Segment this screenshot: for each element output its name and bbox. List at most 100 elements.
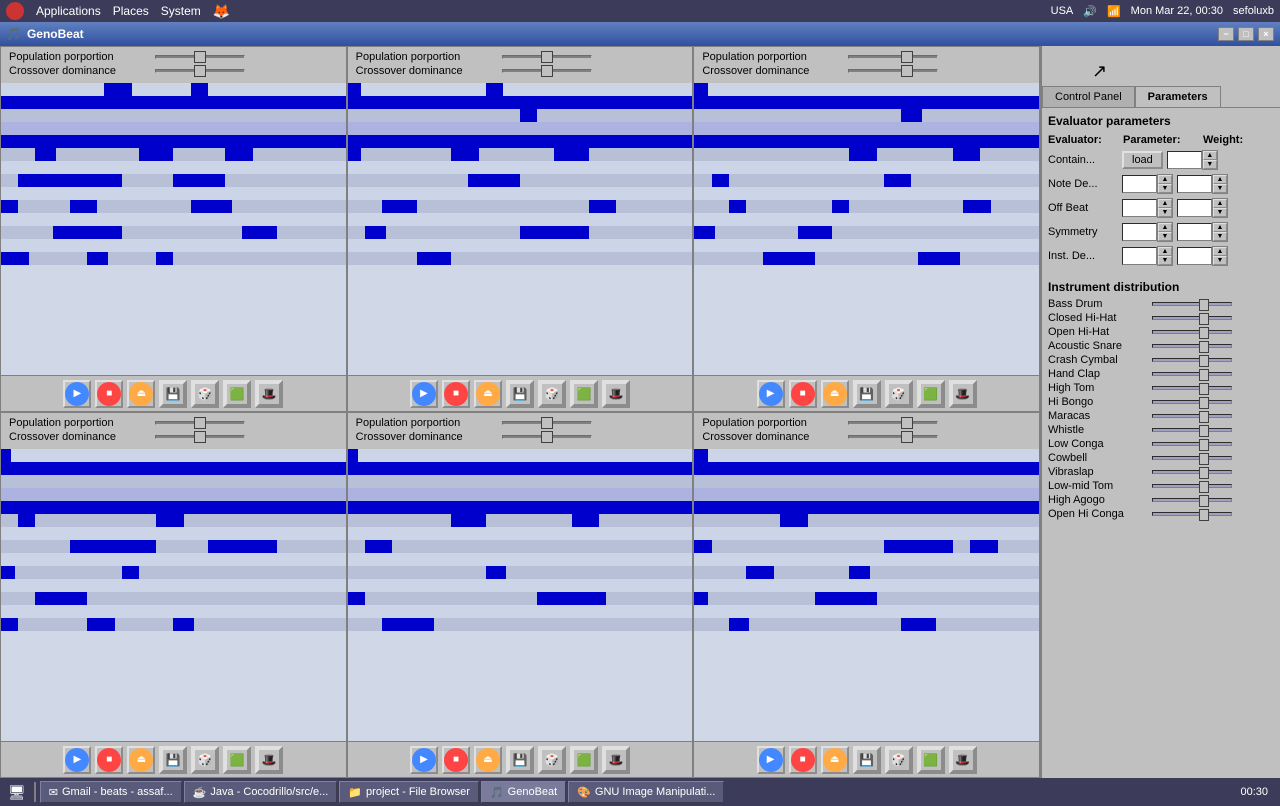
- eject-button-5[interactable]: ⏏: [474, 746, 502, 774]
- eject-button-4[interactable]: ⏏: [127, 746, 155, 774]
- spin-down-symmetry-param[interactable]: ▼: [1158, 232, 1172, 241]
- tab-control-panel[interactable]: Control Panel: [1042, 86, 1135, 107]
- eval-param-input-notede[interactable]: 20: [1122, 175, 1157, 193]
- instrument-slider[interactable]: [1152, 386, 1232, 390]
- instrument-slider[interactable]: [1152, 316, 1232, 320]
- eval-param-input-offbeat[interactable]: 0: [1122, 199, 1157, 217]
- save-button-3[interactable]: 💾: [853, 380, 881, 408]
- dice-button-4[interactable]: 🎲: [191, 746, 219, 774]
- stop-button-1[interactable]: ■: [95, 380, 123, 408]
- menu-system[interactable]: System: [161, 4, 201, 18]
- play-button-5[interactable]: ▶: [410, 746, 438, 774]
- gen-button-1[interactable]: 🟩: [223, 380, 251, 408]
- spin-down-notede-param[interactable]: ▼: [1158, 184, 1172, 193]
- hat-button-3[interactable]: 🎩: [949, 380, 977, 408]
- spin-up-symmetry[interactable]: ▲: [1213, 223, 1227, 232]
- instrument-slider[interactable]: [1152, 470, 1232, 474]
- minimize-button[interactable]: −: [1218, 27, 1234, 41]
- spin-down-symmetry[interactable]: ▼: [1213, 232, 1227, 241]
- instrument-slider[interactable]: [1152, 330, 1232, 334]
- save-button-5[interactable]: 💾: [506, 746, 534, 774]
- cross-slider-3[interactable]: [848, 69, 938, 73]
- gen-button-4[interactable]: 🟩: [223, 746, 251, 774]
- pop-slider-3[interactable]: [848, 55, 938, 59]
- eval-param-input-symmetry[interactable]: 4: [1122, 223, 1157, 241]
- hat-button-1[interactable]: 🎩: [255, 380, 283, 408]
- maximize-button[interactable]: □: [1238, 27, 1254, 41]
- save-button-6[interactable]: 💾: [853, 746, 881, 774]
- save-button-4[interactable]: 💾: [159, 746, 187, 774]
- close-button[interactable]: ×: [1258, 27, 1274, 41]
- play-button-3[interactable]: ▶: [757, 380, 785, 408]
- eval-weight-input-instde[interactable]: 0: [1177, 247, 1212, 265]
- instrument-slider[interactable]: [1152, 302, 1232, 306]
- spin-up-instde-param[interactable]: ▲: [1158, 247, 1172, 256]
- dice-button-5[interactable]: 🎲: [538, 746, 566, 774]
- eject-button-3[interactable]: ⏏: [821, 380, 849, 408]
- instrument-slider[interactable]: [1152, 358, 1232, 362]
- dice-button-2[interactable]: 🎲: [538, 380, 566, 408]
- cross-slider-6[interactable]: [848, 435, 938, 439]
- play-button-6[interactable]: ▶: [757, 746, 785, 774]
- spin-down-instde[interactable]: ▼: [1213, 256, 1227, 265]
- start-icon[interactable]: 🖥: [4, 784, 30, 801]
- eval-weight-input-offbeat[interactable]: 0: [1177, 199, 1212, 217]
- cross-slider-2[interactable]: [502, 69, 592, 73]
- hat-button-4[interactable]: 🎩: [255, 746, 283, 774]
- eval-weight-input-contain[interactable]: 0: [1167, 151, 1202, 169]
- stop-button-2[interactable]: ■: [442, 380, 470, 408]
- instrument-slider[interactable]: [1152, 414, 1232, 418]
- gen-button-6[interactable]: 🟩: [917, 746, 945, 774]
- spin-up-notede[interactable]: ▲: [1213, 175, 1227, 184]
- instrument-slider[interactable]: [1152, 400, 1232, 404]
- pop-slider-5[interactable]: [502, 421, 592, 425]
- stop-button-3[interactable]: ■: [789, 380, 817, 408]
- play-button-4[interactable]: ▶: [63, 746, 91, 774]
- eval-weight-input-notede[interactable]: 1: [1177, 175, 1212, 193]
- eval-load-button[interactable]: load: [1122, 151, 1163, 169]
- hat-button-6[interactable]: 🎩: [949, 746, 977, 774]
- eval-param-input-instde[interactable]: 16: [1122, 247, 1157, 265]
- cross-slider-1[interactable]: [155, 69, 245, 73]
- spin-down-instde-param[interactable]: ▼: [1158, 256, 1172, 265]
- cross-slider-5[interactable]: [502, 435, 592, 439]
- gen-button-5[interactable]: 🟩: [570, 746, 598, 774]
- save-button-1[interactable]: 💾: [159, 380, 187, 408]
- stop-button-6[interactable]: ■: [789, 746, 817, 774]
- instrument-slider[interactable]: [1152, 512, 1232, 516]
- instrument-slider[interactable]: [1152, 344, 1232, 348]
- eval-weight-input-symmetry[interactable]: 10: [1177, 223, 1212, 241]
- instrument-slider[interactable]: [1152, 456, 1232, 460]
- spin-up-offbeat-param[interactable]: ▲: [1158, 199, 1172, 208]
- spin-up-symmetry-param[interactable]: ▲: [1158, 223, 1172, 232]
- spin-up-contain[interactable]: ▲: [1203, 151, 1217, 160]
- dice-button-6[interactable]: 🎲: [885, 746, 913, 774]
- cross-slider-4[interactable]: [155, 435, 245, 439]
- pop-slider-1[interactable]: [155, 55, 245, 59]
- play-button-2[interactable]: ▶: [410, 380, 438, 408]
- firefox-icon[interactable]: 🦊: [213, 3, 230, 20]
- eject-button-1[interactable]: ⏏: [127, 380, 155, 408]
- spin-up-notede-param[interactable]: ▲: [1158, 175, 1172, 184]
- instrument-slider[interactable]: [1152, 484, 1232, 488]
- save-button-2[interactable]: 💾: [506, 380, 534, 408]
- spin-up-offbeat[interactable]: ▲: [1213, 199, 1227, 208]
- pop-slider-6[interactable]: [848, 421, 938, 425]
- instrument-slider[interactable]: [1152, 428, 1232, 432]
- spin-down-offbeat-param[interactable]: ▼: [1158, 208, 1172, 217]
- pop-slider-2[interactable]: [502, 55, 592, 59]
- menu-places[interactable]: Places: [113, 4, 149, 18]
- gen-button-2[interactable]: 🟩: [570, 380, 598, 408]
- instrument-slider[interactable]: [1152, 442, 1232, 446]
- eject-button-2[interactable]: ⏏: [474, 380, 502, 408]
- play-button-1[interactable]: ▶: [63, 380, 91, 408]
- dice-button-1[interactable]: 🎲: [191, 380, 219, 408]
- pop-slider-4[interactable]: [155, 421, 245, 425]
- instrument-slider[interactable]: [1152, 498, 1232, 502]
- stop-button-5[interactable]: ■: [442, 746, 470, 774]
- spin-up-instde[interactable]: ▲: [1213, 247, 1227, 256]
- network-icon[interactable]: 📶: [1107, 5, 1121, 18]
- spin-down-notede[interactable]: ▼: [1213, 184, 1227, 193]
- hat-button-2[interactable]: 🎩: [602, 380, 630, 408]
- volume-icon[interactable]: 🔊: [1083, 5, 1097, 18]
